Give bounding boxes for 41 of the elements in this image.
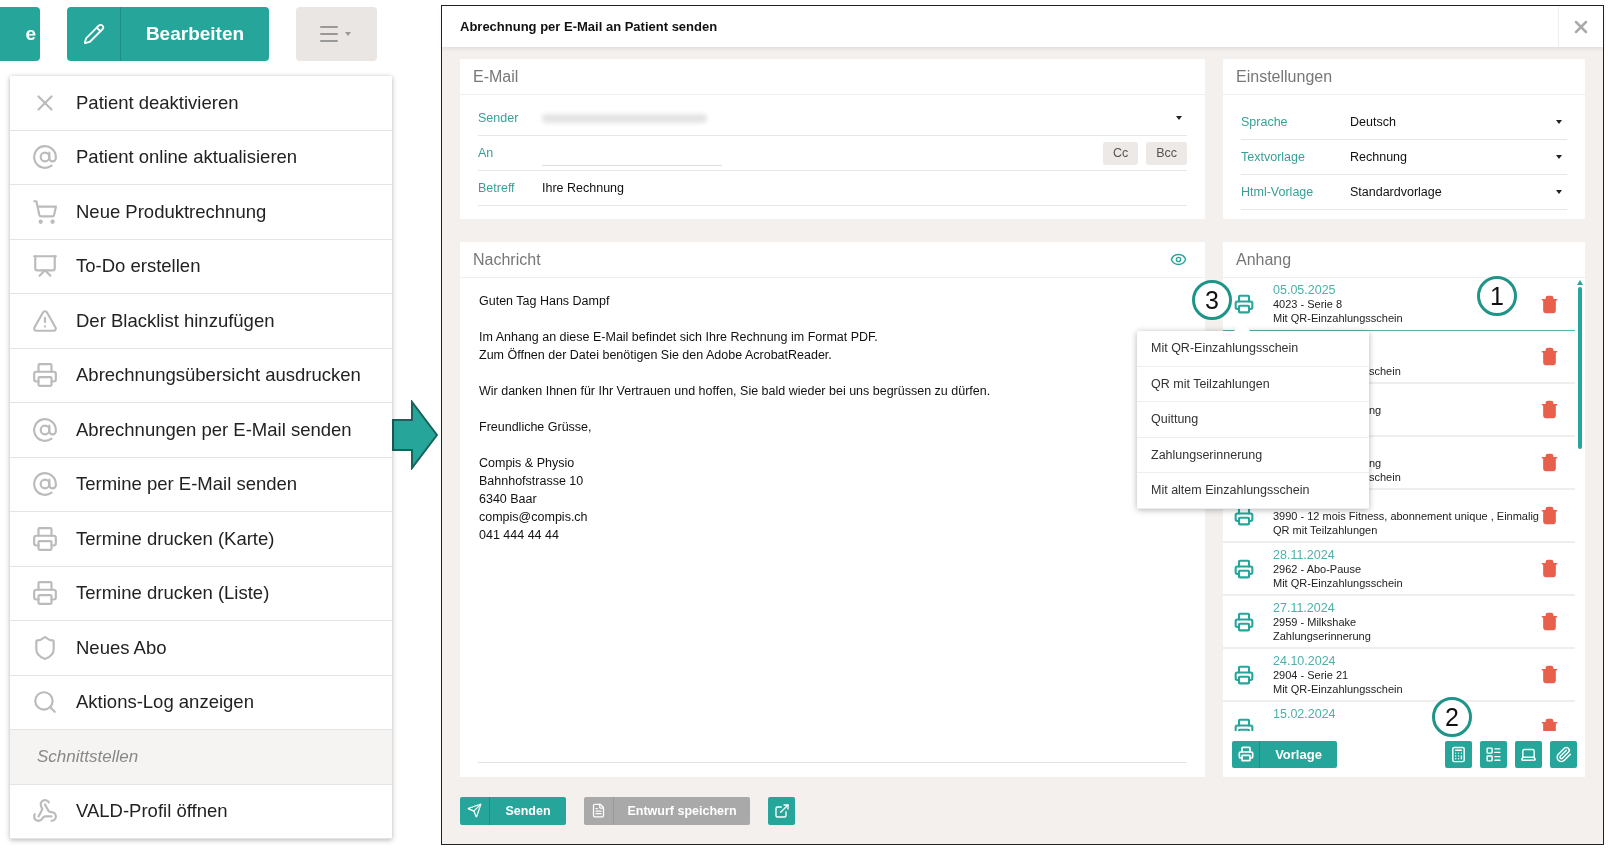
menu-section-heading: Schnittstellen: [10, 730, 392, 785]
attachment-date: 05.05.2025: [1273, 283, 1336, 297]
message-line: Im Anhang an diese E-Mail befindet sich Ihre Rechnung im Format PDF.: [479, 329, 878, 346]
message-line: Guten Tag Hans Dampf: [479, 293, 610, 310]
field-label: Betreff: [478, 181, 516, 195]
attachment-date: 27.11.2024: [1273, 601, 1335, 615]
dialog-title: Abrechnung per E-Mail an Patient senden: [459, 19, 719, 34]
message-line: Wir danken Ihnen für Ihr Vertrauen und hoffen, Sie bald wieder bei uns begrüssen zu dürfen.: [479, 383, 991, 400]
attachment-type: QR mit Teilzahlungen: [1273, 523, 1378, 537]
attachment-title: 2962 - Abo-Pause: [1273, 562, 1362, 576]
message-line: Freundliche Grüsse,: [479, 419, 592, 436]
card-heading: Einstellungen: [1236, 67, 1333, 86]
message-line: Bahnhofstrasse 10: [479, 473, 584, 490]
attachment-title: 2959 - Milkshake: [1273, 615, 1357, 629]
card-heading: E-Mail: [473, 67, 519, 86]
attachment-title: 3990 - 12 mois Fitness, abonnement unique , Einmalig: [1273, 509, 1539, 523]
attachment-type: Zahlungserinnerung: [1273, 629, 1371, 643]
attachment-date: 24.10.2024: [1273, 654, 1336, 668]
card-heading: Nachricht: [473, 250, 541, 269]
field-label: An: [478, 146, 495, 160]
message-line: 6340 Baar: [479, 491, 537, 508]
field-label: Html-Vorlage: [1241, 185, 1315, 199]
attachment-title: ng: [1368, 456, 1382, 470]
attachment-type: Mit QR-Einzahlungsschein: [1273, 311, 1403, 325]
field-label: Sender: [478, 111, 520, 125]
attachment-type: schein: [1368, 364, 1401, 378]
message-line: compis@compis.ch: [479, 509, 588, 526]
attachment-type: Mit QR-Einzahlungsschein: [1273, 576, 1403, 590]
message-line: 041 444 44 44: [479, 527, 559, 544]
attachment-type: schein: [1368, 470, 1401, 484]
message-line: Zum Öffnen der Datei benötigen Sie den Adobe AcrobatReader.: [479, 347, 832, 364]
attachment-title: 4023 - Serie 8: [1273, 297, 1343, 311]
field-label: Sprache: [1241, 115, 1289, 129]
attachment-type: Mit QR-Einzahlungsschein: [1273, 682, 1403, 696]
field-label: Textvorlage: [1241, 150, 1306, 164]
card-heading: Anhang: [1236, 250, 1292, 269]
attachment-title: 2904 - Serie 21: [1273, 668, 1349, 682]
attachment-title: ng: [1368, 403, 1382, 417]
attachment-date: 28.11.2024: [1273, 548, 1335, 562]
message-line: Compis & Physio: [479, 455, 575, 472]
attachment-date: 15.02.2024: [1273, 707, 1336, 721]
